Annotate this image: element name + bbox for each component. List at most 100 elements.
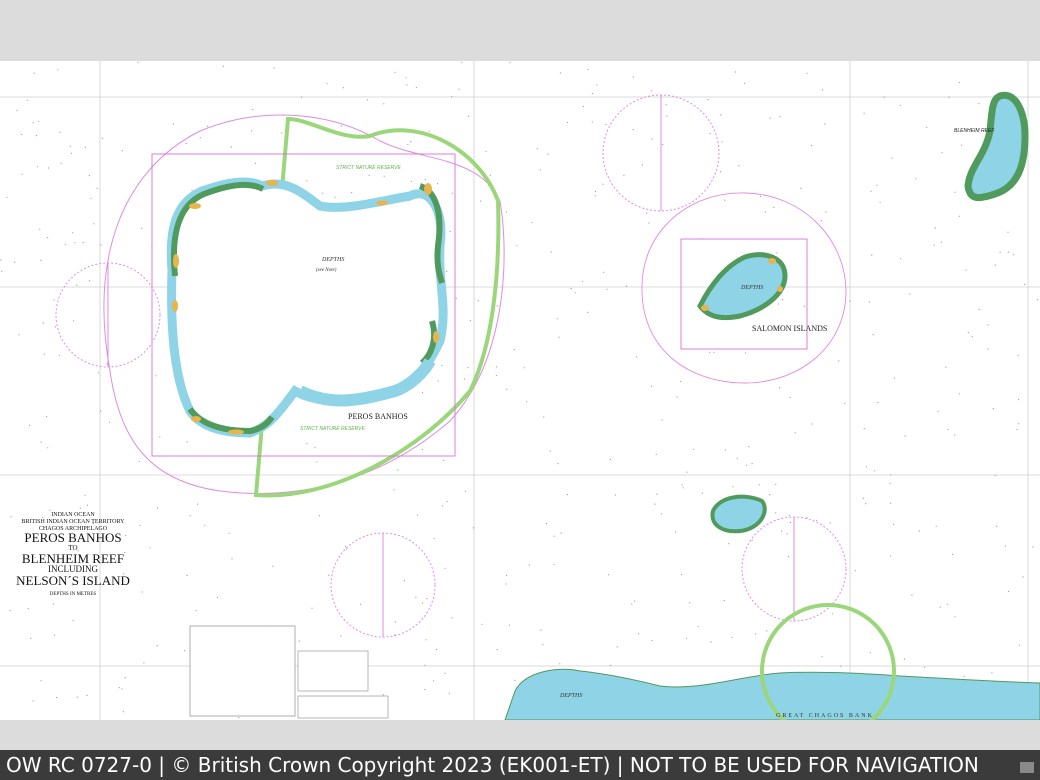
sounding (441, 364, 443, 366)
sounding (719, 171, 722, 173)
sounding (963, 675, 965, 677)
sounding (342, 87, 344, 89)
blenheim-reef[interactable] (964, 91, 1029, 202)
sounding (526, 401, 528, 403)
sounding (918, 530, 921, 532)
sounding (803, 305, 806, 307)
lock-icon (1020, 762, 1034, 773)
sounding (172, 123, 174, 125)
sounding (539, 169, 541, 171)
sounding (424, 664, 426, 666)
sounding (368, 174, 370, 176)
sounding (871, 254, 873, 256)
sounding (751, 463, 753, 465)
islet (189, 203, 201, 209)
sounding (863, 112, 865, 114)
sounding (222, 65, 224, 67)
sounding (29, 424, 31, 426)
sounding (1007, 590, 1010, 593)
sounding (424, 179, 426, 181)
sounding (965, 269, 967, 271)
sounding (773, 206, 775, 209)
sounding (204, 524, 206, 526)
salomon-depths-label: DEPTHS (740, 285, 763, 291)
sounding (838, 360, 840, 362)
sounding (840, 665, 842, 667)
sounding (616, 646, 618, 648)
sounding (121, 150, 123, 152)
sounding (472, 527, 474, 529)
sounding (481, 623, 483, 625)
sounding (382, 694, 384, 696)
sounding (32, 700, 34, 702)
sounding (720, 114, 722, 116)
sounding (82, 241, 84, 244)
sounding (904, 435, 906, 437)
sounding (30, 637, 32, 640)
sounding (1013, 254, 1015, 256)
sounding (18, 334, 20, 336)
sounding (32, 122, 34, 124)
sounding (1018, 644, 1021, 646)
sounding (1032, 546, 1034, 548)
reserve-label-south: STRICT NATURE RESERVE (300, 426, 365, 432)
sounding (72, 619, 74, 622)
sounding (311, 607, 313, 609)
sounding (681, 484, 683, 486)
sounding (143, 662, 145, 664)
peros-banhos-atoll[interactable] (166, 177, 448, 438)
sounding (945, 366, 947, 368)
sounding (149, 547, 151, 549)
sounding (464, 490, 467, 492)
sounding (608, 574, 610, 576)
chart-canvas[interactable]: DEPTHS (see Note) STRICT NATURE RESERVE … (0, 61, 1040, 720)
sounding (540, 629, 542, 631)
sounding (57, 69, 59, 71)
sounding (789, 521, 792, 523)
sounding (442, 505, 444, 507)
islet (228, 429, 244, 435)
sounding (252, 108, 254, 111)
blenheim-shoal (964, 91, 1029, 202)
sounding (978, 308, 980, 311)
sounding (443, 459, 445, 461)
great-chagos-bank[interactable] (504, 603, 1040, 720)
sounding (9, 609, 11, 612)
sounding (779, 115, 781, 118)
sounding (506, 388, 508, 390)
sounding (778, 387, 781, 389)
sounding (549, 450, 551, 452)
sounding (64, 243, 66, 245)
sounding (934, 227, 936, 229)
sounding (33, 72, 35, 74)
sounding (760, 195, 762, 197)
islet (191, 416, 201, 422)
sounding (536, 148, 538, 150)
sounding (463, 378, 466, 380)
sounding (183, 650, 186, 652)
nautical-chart[interactable]: DEPTHS (see Note) STRICT NATURE RESERVE … (0, 61, 1040, 720)
sounding (480, 200, 482, 202)
sounding (948, 96, 950, 98)
sounding (42, 516, 44, 519)
sounding (74, 242, 76, 244)
islet (266, 180, 278, 186)
sounding (199, 137, 201, 139)
sounding (782, 299, 784, 301)
sounding (523, 367, 525, 369)
sounding (405, 77, 407, 79)
sounding (346, 548, 348, 550)
sounding (872, 334, 874, 336)
sounding (228, 532, 230, 534)
sounding (88, 280, 91, 282)
sounding (84, 146, 86, 148)
sounding (651, 639, 653, 642)
sounding (509, 62, 511, 64)
reserve-label-north: STRICT NATURE RESERVE (336, 165, 401, 171)
sounding (971, 336, 973, 338)
sounding (141, 227, 143, 229)
sounding (6, 196, 8, 198)
sounding (72, 232, 74, 234)
sounding (825, 211, 827, 213)
sounding (197, 503, 199, 505)
